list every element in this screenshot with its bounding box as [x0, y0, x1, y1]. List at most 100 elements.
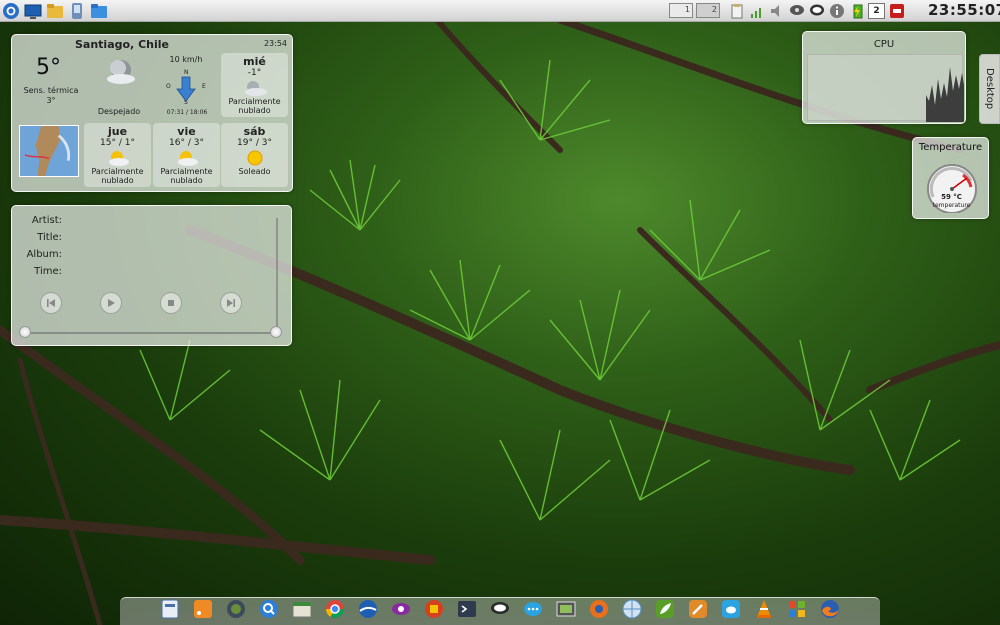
forecast-desc-line1: Parcialmente	[160, 167, 213, 176]
previous-button[interactable]	[40, 292, 62, 314]
dock-search[interactable]	[257, 597, 281, 621]
calendar-day-badge: 2	[868, 2, 885, 19]
dock-app-store[interactable]	[422, 597, 446, 621]
dock-system-settings[interactable]	[158, 597, 182, 621]
current-temperature: 5°	[36, 55, 61, 80]
forecast-desc-line2: nublado	[101, 176, 134, 185]
app-store-icon	[425, 600, 443, 618]
show-desktop-launcher[interactable]	[22, 0, 44, 22]
vlc-icon	[757, 600, 771, 618]
dock-twitter[interactable]	[719, 597, 743, 621]
temperature-widget[interactable]: Temperature 59 °C temperature	[912, 137, 989, 219]
pager-desktop-2[interactable]: 2	[696, 3, 720, 18]
media-player-widget[interactable]: Artist: Title: Album: Time:	[11, 205, 292, 346]
dock-chrome[interactable]	[323, 597, 347, 621]
folder-launcher[interactable]	[88, 0, 110, 22]
dock-terminal[interactable]	[455, 597, 479, 621]
play-button[interactable]	[100, 292, 122, 314]
forecast-desc-line2: nublado	[238, 106, 271, 115]
cpu-plot	[807, 54, 964, 122]
partly-cloudy-icon	[108, 151, 129, 166]
feels-like-value: 3°	[46, 96, 56, 105]
forecast-day: vie 16° / 3° Parcialmente nublado	[153, 123, 220, 187]
temperature-label: temperature	[932, 202, 971, 209]
dock-network[interactable]	[620, 597, 644, 621]
weather-updated-time: 23:54	[263, 39, 287, 48]
temperature-title: Temperature	[918, 142, 983, 153]
seek-slider-handle[interactable]	[19, 326, 31, 338]
device-launcher[interactable]	[66, 0, 88, 22]
dock-eye[interactable]	[389, 597, 413, 621]
dock-vlc[interactable]	[752, 597, 776, 621]
volume-slider-handle[interactable]	[270, 326, 282, 338]
cpu-monitor-widget[interactable]: CPU	[802, 31, 966, 124]
system-settings-icon	[161, 599, 179, 619]
weather-widget[interactable]: Santiago, Chile 23:54 5° Sens. térmica 3…	[11, 34, 293, 192]
dock-icons	[158, 597, 842, 621]
volume-tray-item[interactable]	[768, 2, 785, 19]
dock-archive[interactable]	[290, 597, 314, 621]
calendar-tray-item[interactable]: 2	[868, 2, 885, 19]
next-button[interactable]	[220, 292, 242, 314]
eye-icon	[392, 603, 410, 615]
message-icon	[524, 602, 542, 616]
current-condition: Despejado	[97, 107, 141, 116]
google-earth-icon	[359, 600, 377, 618]
clipboard-tray-item[interactable]	[728, 2, 745, 19]
forecast-day-name: jue	[107, 125, 128, 138]
dock-tools[interactable]	[686, 597, 710, 621]
weather-map-thumbnail[interactable]	[19, 125, 79, 177]
twitter-icon	[722, 600, 740, 618]
file-manager-icon	[47, 3, 63, 18]
info-icon	[829, 3, 844, 18]
leaf-app-icon	[656, 600, 674, 618]
dock-windows[interactable]	[785, 597, 809, 621]
feels-like-label: Sens. térmica	[23, 86, 79, 95]
pager-desktop-1[interactable]: 1	[669, 3, 693, 18]
desktop-pager: 1 2	[669, 3, 720, 18]
speech-bubble-icon	[809, 4, 824, 15]
tools-icon	[689, 600, 707, 618]
info-tray-item[interactable]	[828, 2, 845, 19]
dock-media-player[interactable]	[587, 597, 611, 621]
system-tray: 2	[728, 2, 905, 19]
forecast-desc-line1: Parcialmente	[228, 97, 281, 106]
stop-button[interactable]	[160, 292, 182, 314]
file-manager-launcher[interactable]	[44, 0, 66, 22]
dock-rss[interactable]	[191, 597, 215, 621]
forecast-day: jue 15° / 1° Parcialmente nublado	[84, 123, 151, 187]
seek-slider-track[interactable]	[24, 332, 278, 334]
archive-icon	[292, 601, 312, 618]
dock-message[interactable]	[521, 597, 545, 621]
power-tray-item[interactable]	[848, 2, 865, 19]
network-tray-item[interactable]	[748, 2, 765, 19]
device-icon	[72, 2, 82, 19]
panel-clock[interactable]: 23:55:07	[928, 1, 1000, 19]
dock-leaf-app[interactable]	[653, 597, 677, 621]
kde-menu-launcher[interactable]	[0, 0, 22, 22]
forecast-day: sáb 19° / 3° Soleado	[221, 123, 288, 187]
dock-google-earth[interactable]	[356, 597, 380, 621]
app-tray-item[interactable]	[888, 2, 905, 19]
forecast-temps: 15° / 1°	[100, 138, 135, 148]
dock-firefox[interactable]	[818, 597, 842, 621]
forecast-day-name: sáb	[243, 125, 266, 138]
partly-cloudy-night-icon	[244, 81, 267, 96]
dock-screenshot[interactable]	[554, 597, 578, 621]
dock-globe[interactable]	[224, 597, 248, 621]
messenger-tray-item[interactable]	[788, 2, 805, 19]
dock-chat[interactable]	[488, 597, 512, 621]
sunrise-sunset: 07:31 / 18:06	[166, 109, 208, 116]
artist-label: Artist:	[31, 215, 62, 226]
forecast-temps: 19° / 3°	[237, 138, 272, 148]
windows-icon	[789, 601, 805, 617]
screenshot-icon	[556, 601, 576, 617]
desktop-tab-label: Desktop	[984, 68, 995, 110]
kde-menu-icon	[3, 2, 19, 19]
forecast-desc-line2: nublado	[170, 176, 203, 185]
cpu-title: CPU	[873, 39, 895, 50]
desktop-toolbox-tab[interactable]: Desktop	[979, 54, 1000, 124]
volume-slider-track[interactable]	[276, 218, 278, 332]
notification-tray-item[interactable]	[808, 2, 825, 19]
media-player-icon	[590, 600, 608, 618]
